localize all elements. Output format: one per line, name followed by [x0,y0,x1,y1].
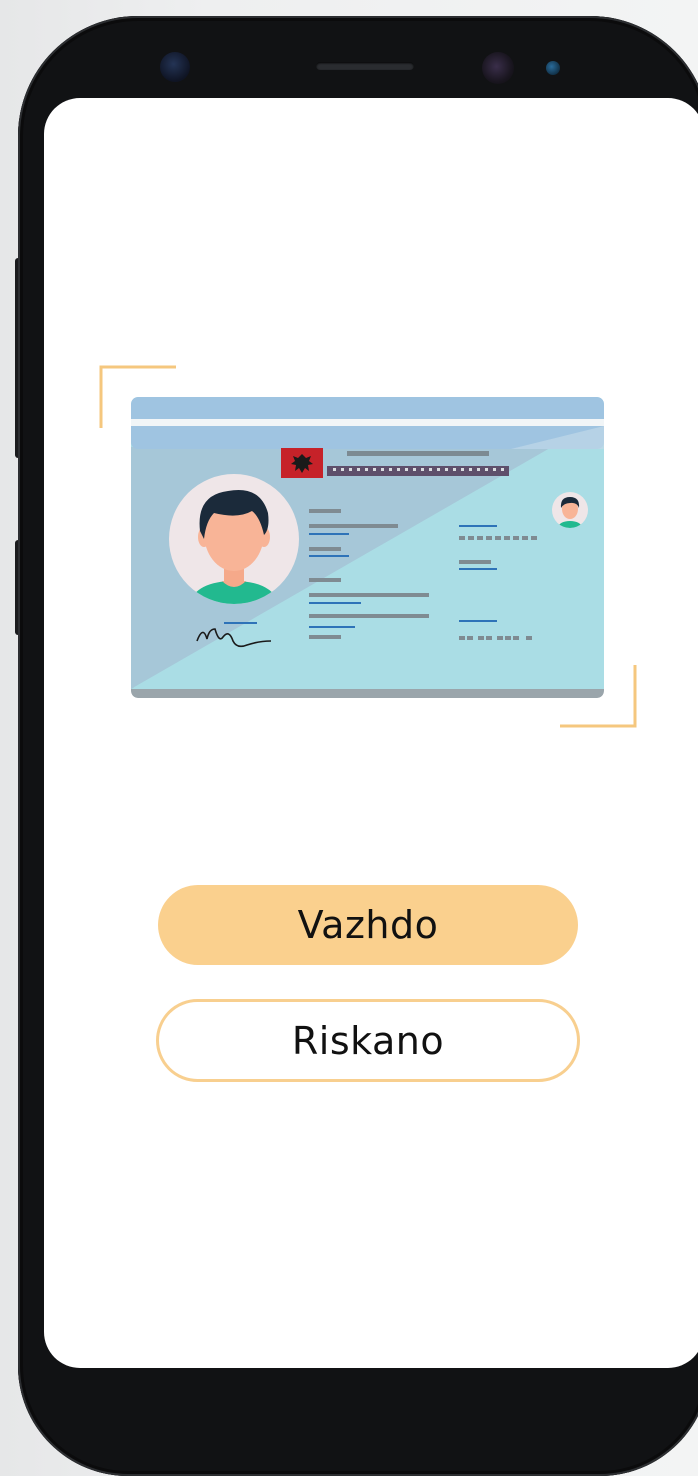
continue-button[interactable]: Vazhdo [158,885,578,965]
front-camera-icon [482,52,514,84]
card-field-lines-right [459,525,537,640]
app-screen [44,98,698,1368]
card-header-lines [327,451,509,476]
id-card-illustration [131,397,604,698]
rescan-button[interactable]: Riskano [156,999,580,1082]
earpiece-speaker [316,62,414,70]
signature-line [224,622,257,624]
rescan-button-label: Riskano [291,1018,445,1063]
portrait-avatar [169,474,299,604]
proximity-sensor-icon [546,61,560,75]
iris-sensor-icon [160,52,190,82]
card-field-lines-left [309,509,429,639]
signature-scribble [196,628,272,648]
continue-button-label: Vazhdo [297,903,439,947]
mini-portrait-avatar [552,492,588,528]
